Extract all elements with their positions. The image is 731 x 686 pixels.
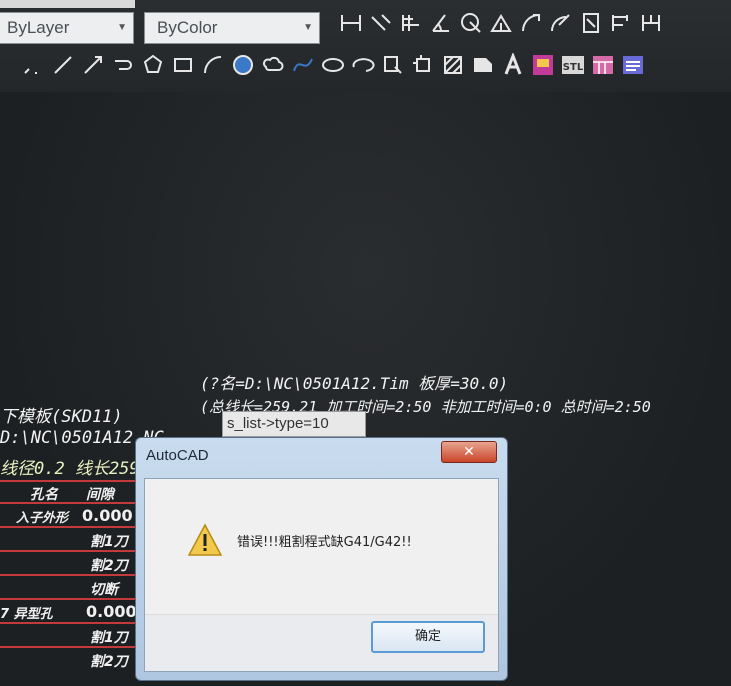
ellipse-icon[interactable] xyxy=(320,52,346,78)
drawing-text-wire: 线径0.2 线长259 xyxy=(0,459,140,479)
dialog-body: 错误!!!粗割程式缺G41/G42!! 确定 xyxy=(144,478,499,672)
table-row: 割1刀 xyxy=(0,622,140,648)
table-row: 切断 xyxy=(0,574,140,600)
dim-arc-icon[interactable] xyxy=(518,10,544,36)
construction-line-icon[interactable] xyxy=(80,52,106,78)
polygon-icon[interactable] xyxy=(140,52,166,78)
layer-dropdown-value: ByLayer xyxy=(7,18,70,37)
dialog-message: 错误!!!粗割程式缺G41/G42!! xyxy=(237,535,412,550)
arc-icon[interactable] xyxy=(200,52,226,78)
text-icon[interactable] xyxy=(500,52,526,78)
table-cell: 割1刀 xyxy=(90,630,128,646)
table-cell: 割2刀 xyxy=(90,558,128,574)
rectangle-icon[interactable] xyxy=(170,52,196,78)
dim-baseline-icon[interactable] xyxy=(398,10,424,36)
close-icon: ✕ xyxy=(463,444,475,460)
error-dialog: AutoCAD ✕ 错误!!!粗割程式缺G41/G42!! 确定 xyxy=(135,437,508,681)
table-cell: 孔名 xyxy=(30,487,58,503)
mtext-icon[interactable] xyxy=(530,52,556,78)
dim-linear-icon[interactable] xyxy=(338,10,364,36)
process-table: 孔名 间隙 入子外形 0.000 割1刀 割2刀 切断 7 异型孔 0.000 … xyxy=(0,480,140,680)
revcloud-icon[interactable] xyxy=(260,52,286,78)
ok-button-label: 确定 xyxy=(414,629,441,644)
chevron-down-icon: ▼ xyxy=(117,22,127,33)
line-icon[interactable] xyxy=(50,52,76,78)
close-button[interactable]: ✕ xyxy=(441,441,497,463)
dim-aligned-icon[interactable] xyxy=(368,10,394,36)
warning-icon xyxy=(187,523,223,556)
table-row: 孔名 间隙 xyxy=(0,480,140,504)
polyline-icon[interactable] xyxy=(110,52,136,78)
dim-angle-icon[interactable] xyxy=(488,10,514,36)
table-cell: 0.000 xyxy=(82,506,133,525)
table-row: 割1刀 xyxy=(0,526,140,552)
tooltip: s_list->type=10 xyxy=(222,411,366,437)
multiline-icon[interactable] xyxy=(620,52,646,78)
cad-toolbar-area: ByLayer ▼ ByColor ▼ STL xyxy=(0,0,731,92)
region-icon[interactable] xyxy=(470,52,496,78)
table-cell: 割1刀 xyxy=(90,534,128,550)
chevron-down-icon: ▼ xyxy=(303,22,313,33)
dim-radius-icon[interactable] xyxy=(458,10,484,36)
draw-toolbar: STL xyxy=(20,52,650,78)
table-cell: 入子外形 xyxy=(16,511,69,526)
drawing-text-title: 下模板(SKD11) xyxy=(0,407,123,427)
layer-dropdown[interactable]: ByLayer ▼ xyxy=(0,12,134,44)
table-cell: 切断 xyxy=(90,582,118,598)
spline-icon[interactable] xyxy=(290,52,316,78)
ellipse-arc-icon[interactable] xyxy=(350,52,376,78)
table-row: 割2刀 xyxy=(0,550,140,576)
circle-icon[interactable] xyxy=(230,52,256,78)
table-cell: 割2刀 xyxy=(90,654,128,670)
dim-edit-icon[interactable] xyxy=(638,10,664,36)
ok-button[interactable]: 确定 xyxy=(371,621,485,653)
leader-icon[interactable] xyxy=(578,10,604,36)
insert-block-icon[interactable] xyxy=(380,52,406,78)
table-row: 7 异型孔 0.000 xyxy=(0,598,140,624)
dim-arc2-icon[interactable] xyxy=(548,10,574,36)
drawing-text-header-1: (?名=D:\NC\0501A12.Tim 板厚=30.0) xyxy=(200,374,509,393)
table-row: 割2刀 xyxy=(0,646,140,672)
dim-continue-icon[interactable] xyxy=(608,10,634,36)
table-row: 入子外形 0.000 xyxy=(0,502,140,528)
color-dropdown-value: ByColor xyxy=(157,18,218,37)
table-cell: 间隙 xyxy=(86,487,114,503)
color-dropdown[interactable]: ByColor ▼ xyxy=(144,12,320,44)
stl-icon[interactable]: STL xyxy=(560,52,586,78)
point-icon[interactable] xyxy=(20,52,46,78)
dim-angular-icon[interactable] xyxy=(428,10,454,36)
table-icon[interactable] xyxy=(590,52,616,78)
table-cell: 7 异型孔 xyxy=(0,607,53,622)
dimension-toolbar xyxy=(338,10,668,36)
table-cell: 0.000 xyxy=(86,602,137,621)
hatch-icon[interactable] xyxy=(440,52,466,78)
svg-text:STL: STL xyxy=(563,62,584,73)
make-block-icon[interactable] xyxy=(410,52,436,78)
menu-strip xyxy=(0,0,135,8)
dialog-title: AutoCAD xyxy=(146,447,209,464)
